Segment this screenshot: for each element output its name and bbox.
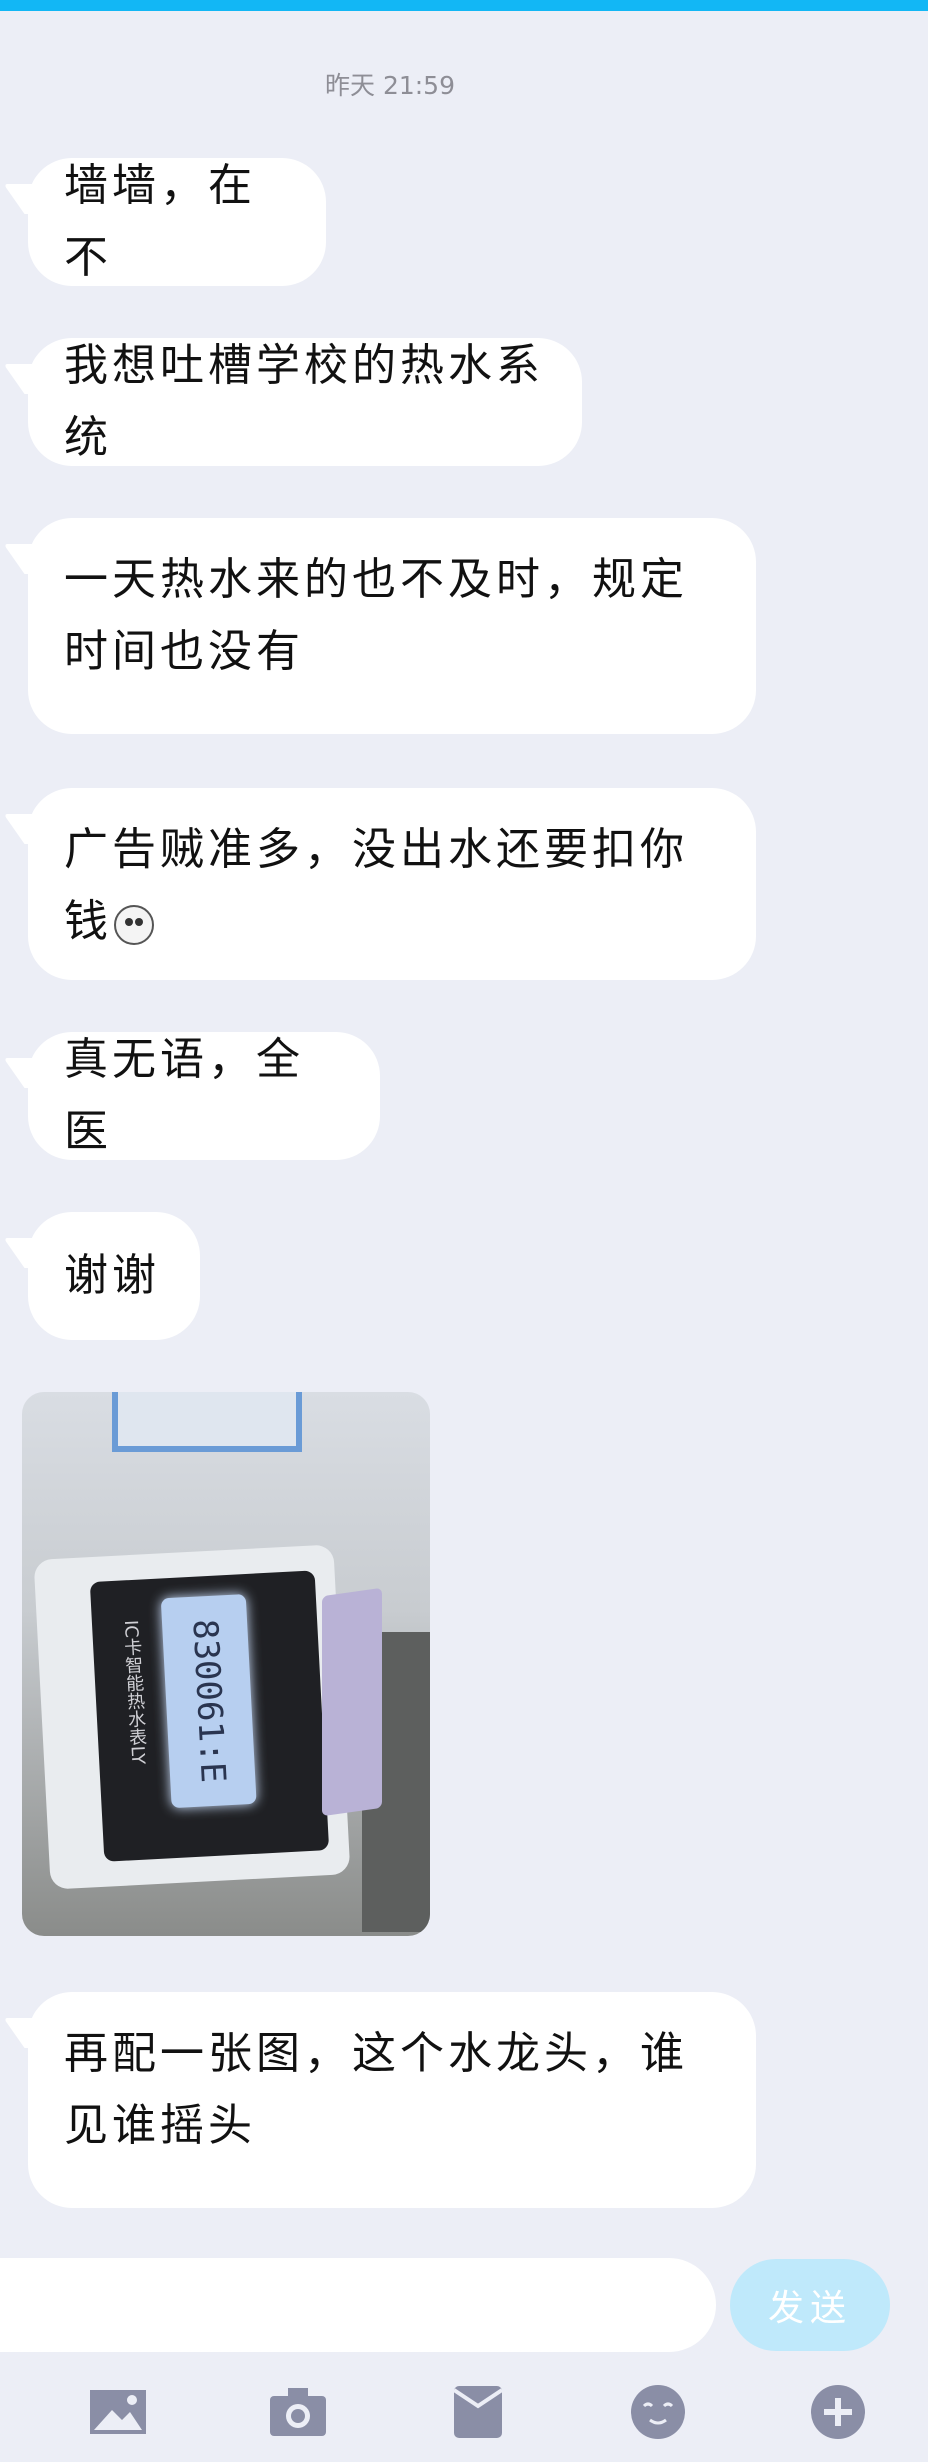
emoji-icon[interactable]	[628, 2384, 688, 2440]
message-text: 再配一张图，这个水龙头，谁见谁摇头	[64, 2028, 688, 2151]
red-packet-icon[interactable]	[448, 2384, 508, 2440]
meter-lcd-display: 830061:E	[160, 1594, 257, 1809]
image-icon[interactable]	[88, 2384, 148, 2440]
send-button[interactable]: 发送	[730, 2259, 890, 2351]
camera-icon[interactable]	[268, 2384, 328, 2440]
chat-bubble[interactable]: 墙墙，在不	[28, 158, 326, 286]
chat-bubble[interactable]: 广告贼准多，没出水还要扣你钱	[28, 788, 756, 980]
message-text: 真无语，全医	[64, 1034, 304, 1157]
chat-bubble[interactable]: 真无语，全医	[28, 1032, 380, 1160]
status-accent-bar	[0, 0, 928, 11]
message-text: 谢谢	[64, 1250, 160, 1301]
message-text: 墙墙，在不	[64, 160, 256, 283]
message-text-content: 广告贼准多，没出水还要扣你钱	[64, 824, 688, 947]
chat-bubble[interactable]: 一天热水来的也不及时，规定时间也没有	[28, 518, 756, 734]
plus-icon[interactable]	[808, 2384, 868, 2440]
chat-bubble[interactable]: 再配一张图，这个水龙头，谁见谁摇头	[28, 1992, 756, 2208]
chat-photo-water-meter[interactable]: IC卡智能热水表LY 830061:E	[22, 1392, 430, 1936]
chat-toolbar	[0, 2362, 928, 2462]
meter-face: IC卡智能热水表LY 830061:E	[89, 1570, 330, 1862]
meter-label: IC卡智能热水表LY	[119, 1619, 149, 1765]
message-text: 一天热水来的也不及时，规定时间也没有	[64, 554, 688, 677]
water-meter: IC卡智能热水表LY 830061:E	[33, 1544, 351, 1890]
chat-bubble[interactable]: 我想吐槽学校的热水系统	[28, 338, 582, 466]
message-text: 我想吐槽学校的热水系统	[64, 340, 544, 463]
message-timestamp: 昨天 21:59	[325, 71, 455, 100]
laugh-emoji-icon	[114, 904, 154, 945]
card-tray	[322, 1587, 382, 1817]
message-input[interactable]	[0, 2258, 716, 2352]
wall-box	[112, 1392, 302, 1452]
message-text: 广告贼准多，没出水还要扣你钱	[64, 814, 720, 958]
chat-bubble[interactable]: 谢谢	[28, 1212, 200, 1340]
